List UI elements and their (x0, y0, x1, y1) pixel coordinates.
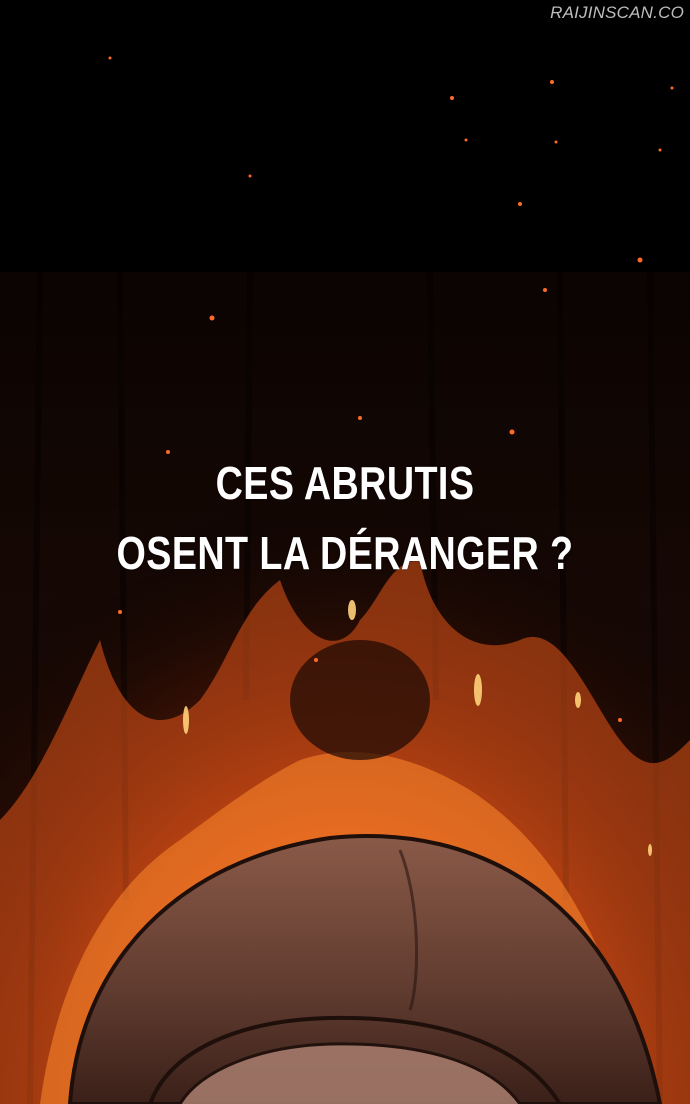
caption-text: CES ABRUTIS OSENT LA DÉRANGER ? (62, 448, 628, 588)
caption-line-2: OSENT LA DÉRANGER ? (116, 527, 574, 579)
comic-page: RAIJINSCAN.CO CES ABRUTIS OSENT LA DÉRAN… (0, 0, 690, 1104)
watermark: RAIJINSCAN.CO (550, 3, 684, 22)
caption-line-1: CES ABRUTIS (215, 457, 475, 509)
